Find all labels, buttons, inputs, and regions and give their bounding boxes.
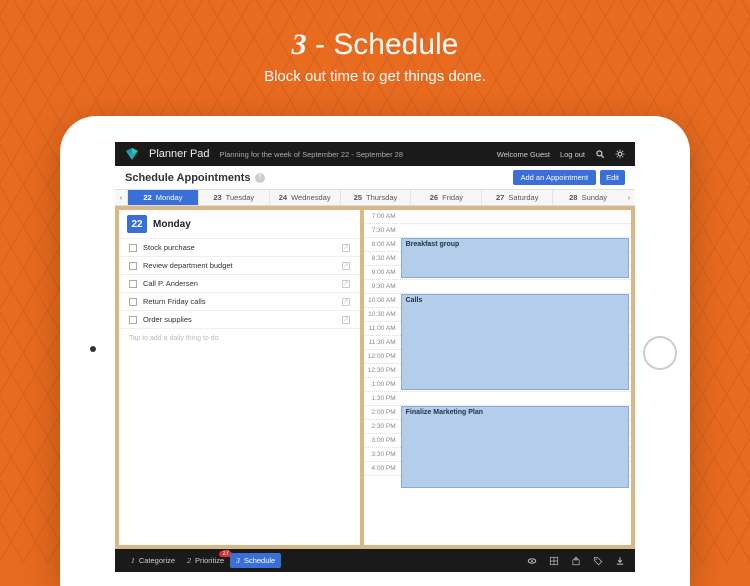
expand-icon[interactable]: ↗	[342, 280, 350, 288]
todo-item[interactable]: Call P. Andersen↗	[119, 275, 360, 293]
logout-link[interactable]: Log out	[560, 150, 585, 159]
content-area: 22 Monday Stock purchase↗Review departme…	[115, 206, 635, 549]
gear-icon[interactable]	[615, 149, 625, 159]
search-icon[interactable]	[595, 149, 605, 159]
time-slot[interactable]	[400, 280, 631, 293]
checkbox-icon[interactable]	[129, 280, 137, 288]
hero-title: 3 - Schedule	[0, 28, 750, 62]
day-number: 22	[127, 215, 147, 233]
todo-item[interactable]: Return Friday calls↗	[119, 293, 360, 311]
expand-icon[interactable]: ↗	[342, 298, 350, 306]
time-label: 1:00 PM	[364, 378, 400, 391]
expand-icon[interactable]: ↗	[342, 244, 350, 252]
step-prioritize[interactable]: 2 Prioritize27	[181, 553, 230, 568]
time-label: 12:30 PM	[364, 364, 400, 377]
time-label: 2:30 PM	[364, 420, 400, 433]
time-grid[interactable]: 7:00 AM7:30 AM8:00 AM8:30 AM9:00 AM9:30 …	[364, 210, 631, 545]
todo-item[interactable]: Review department budget↗	[119, 257, 360, 275]
time-label: 12:00 PM	[364, 350, 400, 363]
camera-dot	[90, 346, 96, 352]
day-tab-tuesday[interactable]: 23 Tuesday	[198, 190, 269, 205]
todo-text: Return Friday calls	[143, 297, 342, 306]
day-tab-wednesday[interactable]: 24 Wednesday	[269, 190, 340, 205]
day-tabs: ‹ 22 Monday23 Tuesday24 Wednesday25 Thur…	[115, 190, 635, 206]
todo-item[interactable]: Order supplies↗	[119, 311, 360, 329]
expand-icon[interactable]: ↗	[342, 316, 350, 324]
time-label: 9:30 AM	[364, 280, 400, 293]
appointment-block[interactable]: Finalize Marketing Plan	[401, 406, 629, 488]
logo-icon	[125, 147, 139, 161]
brand-name: Planner Pad	[149, 148, 210, 160]
todo-text: Stock purchase	[143, 243, 342, 252]
time-label: 10:30 AM	[364, 308, 400, 321]
todo-text: Order supplies	[143, 315, 342, 324]
time-label: 1:30 PM	[364, 392, 400, 405]
expand-icon[interactable]: ↗	[342, 262, 350, 270]
time-label: 8:00 AM	[364, 238, 400, 251]
home-button[interactable]	[643, 336, 677, 370]
section-title: Schedule Appointments	[125, 172, 251, 184]
checkbox-icon[interactable]	[129, 298, 137, 306]
time-label: 10:00 AM	[364, 294, 400, 307]
time-slot[interactable]	[400, 224, 631, 237]
checkbox-icon[interactable]	[129, 244, 137, 252]
day-tab-saturday[interactable]: 27 Saturday	[481, 190, 552, 205]
week-label: Planning for the week of September 22 - …	[220, 150, 403, 159]
time-label: 2:00 PM	[364, 406, 400, 419]
time-label: 7:30 AM	[364, 224, 400, 237]
time-label: 9:00 AM	[364, 266, 400, 279]
time-slot[interactable]	[400, 392, 631, 405]
todo-item[interactable]: Stock purchase↗	[119, 239, 360, 257]
checkbox-icon[interactable]	[129, 262, 137, 270]
time-label: 3:00 PM	[364, 434, 400, 447]
hero-subtitle: Block out time to get things done.	[0, 68, 750, 85]
next-week-button[interactable]: ›	[623, 190, 635, 205]
bottom-bar: 1 Categorize2 Prioritize273 Schedule	[115, 549, 635, 572]
appointment-block[interactable]: Calls	[401, 294, 629, 390]
time-label: 3:30 PM	[364, 448, 400, 461]
tag-icon[interactable]	[593, 556, 603, 566]
day-tab-monday[interactable]: 22 Monday	[127, 190, 198, 205]
schedule-pane: 7:00 AM7:30 AM8:00 AM8:30 AM9:00 AM9:30 …	[364, 210, 631, 545]
day-tab-friday[interactable]: 26 Friday	[410, 190, 481, 205]
time-slot[interactable]	[400, 210, 631, 223]
share-icon[interactable]	[571, 556, 581, 566]
todo-pane: 22 Monday Stock purchase↗Review departme…	[119, 210, 360, 545]
edit-button[interactable]: Edit	[600, 170, 625, 185]
time-label: 8:30 AM	[364, 252, 400, 265]
add-appointment-button[interactable]: Add an Appointment	[513, 170, 597, 185]
day-tab-thursday[interactable]: 25 Thursday	[340, 190, 411, 205]
eye-icon[interactable]	[527, 556, 537, 566]
todo-text: Call P. Andersen	[143, 279, 342, 288]
add-todo-hint[interactable]: Tap to add a daily thing to do	[119, 329, 360, 348]
hero: 3 - Schedule Block out time to get thing…	[0, 0, 750, 85]
step-schedule[interactable]: 3 Schedule	[230, 553, 281, 568]
section-header: Schedule Appointments ? Add an Appointme…	[115, 166, 635, 190]
time-label: 11:30 AM	[364, 336, 400, 349]
ipad-frame: Planner Pad Planning for the week of Sep…	[60, 116, 690, 586]
todo-text: Review department budget	[143, 261, 342, 270]
app-screen: Planner Pad Planning for the week of Sep…	[115, 142, 635, 572]
checkbox-icon[interactable]	[129, 316, 137, 324]
time-label: 7:00 AM	[364, 210, 400, 223]
step-categorize[interactable]: 1 Categorize	[125, 553, 181, 568]
time-label: 11:00 AM	[364, 322, 400, 335]
top-bar: Planner Pad Planning for the week of Sep…	[115, 142, 635, 166]
day-header: 22 Monday	[119, 210, 360, 239]
appointment-block[interactable]: Breakfast group	[401, 238, 629, 278]
grid-icon[interactable]	[549, 556, 559, 566]
time-label: 4:00 PM	[364, 462, 400, 475]
prev-week-button[interactable]: ‹	[115, 190, 127, 205]
help-icon[interactable]: ?	[255, 173, 265, 183]
download-icon[interactable]	[615, 556, 625, 566]
day-name: Monday	[153, 219, 191, 230]
day-tab-sunday[interactable]: 28 Sunday	[552, 190, 623, 205]
welcome-text: Welcome Guest	[497, 150, 550, 159]
